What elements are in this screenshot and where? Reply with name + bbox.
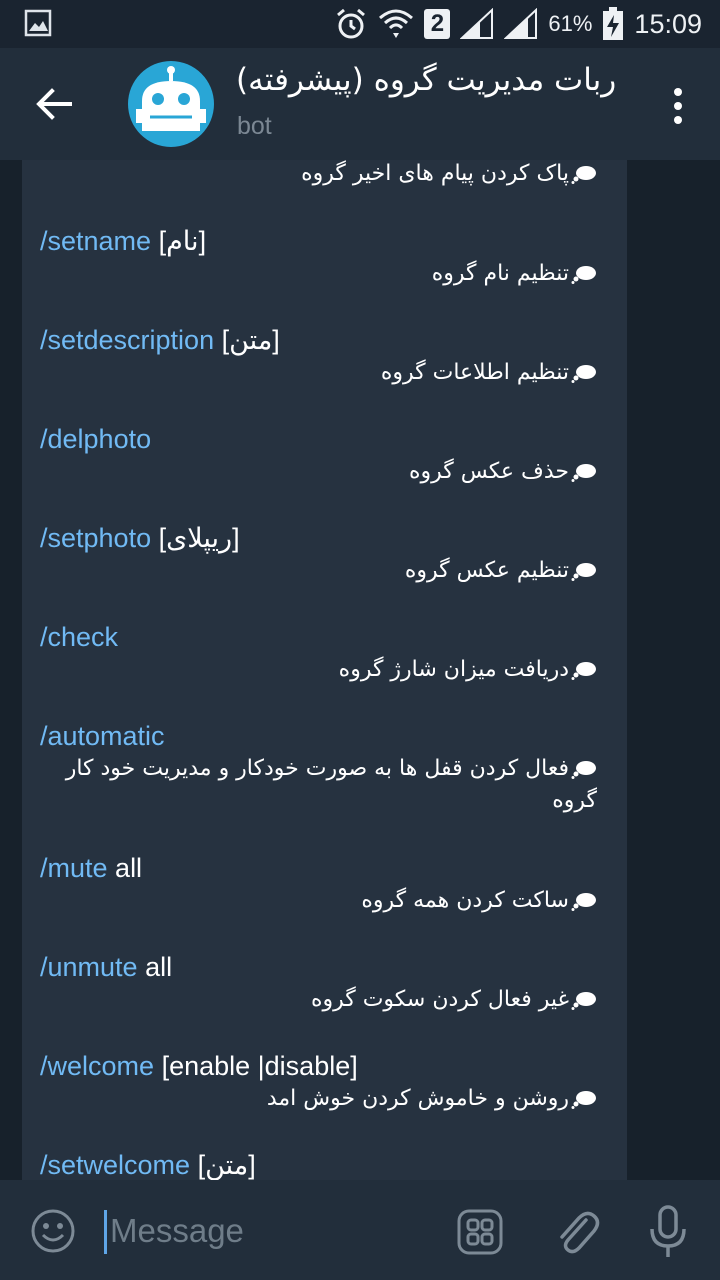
description-text: فعال کردن قفل ها به صورت خودکار و مدیریت…	[65, 756, 597, 813]
clock: 15:09	[634, 8, 702, 39]
chat-title[interactable]: ربات مدیریت گروه (پیشرفته)	[236, 62, 636, 98]
chat-header: ربات مدیریت گروه (پیشرفته) bot	[0, 48, 720, 160]
description-text: تنظیم عکس گروه	[404, 558, 569, 583]
command-link[interactable]: /delphoto	[40, 424, 151, 454]
command-entry: /mute all ساکت کردن همه گروه	[40, 851, 605, 917]
command-entry: /setname [نام] تنظیم نام گروه	[40, 224, 605, 290]
command-line: /setdescription [متن]	[40, 323, 605, 357]
command-entry: /check دریافت میزان شارژ گروه	[40, 620, 605, 686]
command-description: حذف عکس گروه	[40, 456, 605, 488]
command-argument: all	[145, 952, 173, 982]
status-bar: 2 61% 15:09	[0, 0, 720, 48]
microphone-icon[interactable]	[648, 1204, 688, 1260]
command-argument: [نام]	[158, 226, 207, 256]
thought-balloon-icon	[571, 266, 596, 284]
thought-balloon-icon	[571, 563, 596, 581]
thought-balloon-icon	[571, 992, 596, 1010]
text-cursor	[104, 1210, 107, 1254]
thought-balloon-icon	[571, 662, 596, 680]
command-link[interactable]: /unmute	[40, 952, 138, 982]
thought-balloon-icon	[571, 464, 596, 482]
command-line: /setwelcome [متن]	[40, 1148, 605, 1180]
emoji-icon[interactable]	[30, 1208, 76, 1254]
description-text: غیر فعال کردن سکوت گروه	[310, 987, 569, 1012]
thought-balloon-icon	[571, 893, 596, 911]
chat-subtitle: bot	[237, 112, 272, 140]
command-link[interactable]: /check	[40, 622, 118, 652]
more-vert-icon[interactable]	[666, 84, 690, 128]
command-entry: /automatic فعال کردن قفل ها به صورت خودکا…	[40, 719, 605, 817]
command-line: /setphoto [ریپلای]	[40, 521, 605, 555]
command-argument: [enable |disable]	[161, 1051, 358, 1081]
command-entry: /welcome [enable |disable] روشن و خاموش ک…	[40, 1049, 605, 1115]
command-description: فعال کردن قفل ها به صورت خودکار و مدیریت…	[40, 753, 605, 817]
thought-balloon-icon	[571, 761, 596, 779]
command-description: دریافت میزان شارژ گروه	[40, 654, 605, 686]
description-text: تنظیم اطلاعات گروه	[380, 360, 569, 385]
command-link[interactable]: /automatic	[40, 721, 165, 751]
command-link[interactable]: /welcome	[40, 1051, 154, 1081]
bot-keyboard-icon[interactable]	[456, 1208, 504, 1256]
description-text: حذف عکس گروه	[408, 459, 569, 484]
command-argument: [متن]	[197, 1150, 256, 1180]
sim-slot-badge: 2	[424, 9, 451, 39]
battery-percent: 61%	[548, 11, 593, 36]
command-description: پاک کردن پیام های اخیر گروه	[40, 160, 605, 190]
thought-balloon-icon	[571, 166, 596, 184]
command-description: روشن و خاموش کردن خوش امد	[40, 1083, 605, 1115]
command-entry: /unmute all غیر فعال کردن سکوت گروه	[40, 950, 605, 1016]
gallery-notification-icon	[24, 9, 52, 37]
command-link[interactable]: /setdescription	[40, 325, 214, 355]
signal-icon-2	[504, 8, 538, 39]
command-description: تنظیم اطلاعات گروه	[40, 357, 605, 389]
bot-avatar[interactable]	[128, 61, 214, 147]
wifi-icon	[379, 9, 414, 38]
battery-charging-icon	[603, 7, 624, 40]
description-text: روشن و خاموش کردن خوش امد	[266, 1086, 569, 1111]
command-line: /check	[40, 620, 605, 654]
command-argument: [ریپلای]	[158, 523, 240, 553]
thought-balloon-icon	[571, 1091, 596, 1109]
command-entry: /setdescription [متن] تنظیم اطلاعات گروه	[40, 323, 605, 389]
alarm-icon	[337, 8, 366, 39]
command-link[interactable]: /setname	[40, 226, 151, 256]
command-entry: پاک کردن پیام های اخیر گروه	[40, 160, 605, 190]
command-description: غیر فعال کردن سکوت گروه	[40, 984, 605, 1016]
command-line: /unmute all	[40, 950, 605, 984]
attach-icon[interactable]	[552, 1206, 600, 1256]
command-argument: [متن]	[221, 325, 280, 355]
command-line: /delphoto	[40, 422, 605, 456]
command-line: /mute all	[40, 851, 605, 885]
command-description: ساکت کردن همه گروه	[40, 885, 605, 917]
command-link[interactable]: /setwelcome	[40, 1150, 190, 1180]
signal-icon-1	[460, 8, 494, 39]
command-line: /automatic	[40, 719, 605, 753]
command-link[interactable]: /mute	[40, 853, 108, 883]
command-entry: /delphoto حذف عکس گروه	[40, 422, 605, 488]
message-input-bar	[0, 1180, 720, 1280]
command-argument: all	[115, 853, 143, 883]
back-arrow-icon[interactable]	[28, 78, 80, 130]
description-text: ساکت کردن همه گروه	[361, 888, 569, 913]
description-text: تنظیم نام گروه	[431, 261, 569, 286]
command-description: تنظیم عکس گروه	[40, 555, 605, 587]
description-text: دریافت میزان شارژ گروه	[338, 657, 569, 682]
command-line: /setname [نام]	[40, 224, 605, 258]
command-link[interactable]: /setphoto	[40, 523, 151, 553]
robot-icon	[136, 66, 206, 131]
command-entry: /setphoto [ریپلای] تنظیم عکس گروه	[40, 521, 605, 587]
message-input[interactable]	[108, 1206, 412, 1256]
thought-balloon-icon	[571, 365, 596, 383]
command-entry: /setwelcome [متن]	[40, 1148, 605, 1180]
command-description: تنظیم نام گروه	[40, 258, 605, 290]
chat-area[interactable]: پاک کردن پیام های اخیر گروه/setname [نام…	[0, 160, 720, 1180]
description-text: پاک کردن پیام های اخیر گروه	[301, 161, 569, 186]
command-line: /welcome [enable |disable]	[40, 1049, 605, 1083]
